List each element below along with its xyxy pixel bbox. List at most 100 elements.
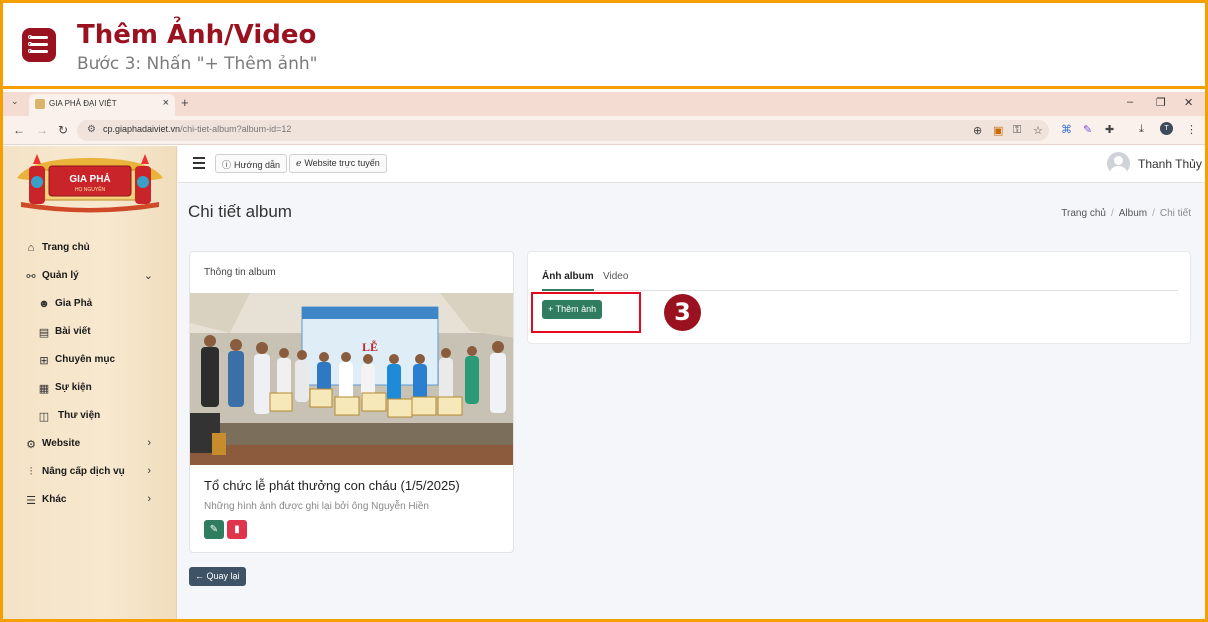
sidebar-item-upgrade[interactable]: ⫶ Nâng cấp dịch vụ ›	[3, 460, 177, 486]
profile-avatar[interactable]: T	[1160, 122, 1173, 135]
hamburger-icon[interactable]	[193, 157, 205, 172]
cast-icon[interactable]: ▣	[993, 124, 1003, 137]
sidebar-item-label: Gia Phả	[55, 298, 93, 309]
back-arrow-icon[interactable]: ←	[13, 123, 25, 137]
sidebar-item-label: Quản lý	[42, 270, 79, 281]
password-key-icon[interactable]: ⚿	[1013, 124, 1021, 137]
sidebar-item-label: Thư viện	[58, 410, 101, 421]
album-cover-image[interactable]: LỄ	[190, 293, 513, 465]
highlight-box	[531, 292, 641, 333]
sidebar: GIA PHẢ HỌ NGUYỄN ⌂ Trang chủ ⚯ Quản lý …	[3, 146, 177, 619]
sidebar-item-label: Sự kiện	[55, 382, 92, 393]
url-bar[interactable]: ⚙ cp.giaphadaiviet.vn/chi-tiet-album?alb…	[77, 120, 1049, 141]
logo[interactable]: GIA PHẢ HỌ NGUYỄN	[11, 152, 169, 213]
app-viewport: GIA PHẢ HỌ NGUYỄN ⌂ Trang chủ ⚯ Quản lý …	[3, 146, 1205, 619]
browser-e-icon: ℯ	[296, 158, 302, 168]
sitemap-icon: ⚯	[26, 271, 36, 283]
home-icon: ⌂	[27, 242, 35, 254]
browser-window: ⌄ GIA PHẢ ĐẠI VIỆT × + – ❐ ✕ ← → ↻ ⚙ cp.…	[3, 92, 1205, 619]
sidebar-item-categories[interactable]: ⊞ Chuyên mục	[3, 348, 177, 374]
new-tab-icon[interactable]: +	[181, 95, 189, 110]
delete-button[interactable]: ▮	[227, 520, 247, 539]
website-button-label: Website trực tuyến	[304, 158, 380, 168]
newspaper-icon: ▤	[38, 327, 50, 339]
close-window-icon[interactable]: ✕	[1184, 96, 1193, 109]
user-menu[interactable]: Thanh Thủy	[1107, 152, 1202, 176]
table-icon: ⊞	[39, 355, 49, 367]
breadcrumb-album[interactable]: Album	[1119, 208, 1147, 219]
sidebar-item-other[interactable]: ☰ Khác ›	[3, 488, 177, 514]
sidebar-item-website[interactable]: ⚙ Website ›	[3, 432, 177, 458]
favicon-icon	[35, 99, 45, 109]
bookmark-star-icon[interactable]: ☆	[1033, 124, 1043, 137]
back-button[interactable]: ← Quay lại	[189, 567, 246, 586]
extension-icon[interactable]: ⌘	[1061, 123, 1072, 136]
sidebar-item-library[interactable]: ◫ Thư viện	[3, 404, 177, 430]
chart-icon: ⫶	[29, 466, 33, 478]
tutorial-header: Thêm Ảnh/Video Bước 3: Nhấn "+ Thêm ảnh"	[3, 3, 1205, 89]
breadcrumb-current: Chi tiết	[1159, 208, 1191, 219]
chevron-right-icon: ›	[147, 465, 151, 477]
guide-button-label: Hướng dẫn	[234, 160, 280, 170]
calendar-icon: ▦	[38, 383, 50, 395]
sidebar-item-events[interactable]: ▦ Sự kiện	[3, 376, 177, 402]
browser-tab[interactable]: GIA PHẢ ĐẠI VIỆT ×	[29, 94, 175, 116]
sidebar-item-label: Khác	[42, 494, 67, 505]
site-info-icon[interactable]: ⚙	[87, 124, 96, 135]
tutorial-frame: Thêm Ảnh/Video Bước 3: Nhấn "+ Thêm ảnh"…	[3, 3, 1205, 619]
logo-text-line2: HỌ NGUYỄN	[75, 186, 106, 193]
user-name: Thanh Thủy	[1138, 157, 1202, 171]
breadcrumb-home[interactable]: Trang chủ	[1061, 208, 1106, 219]
gear-icon: ⚙	[26, 439, 36, 451]
zoom-icon[interactable]: ⊕	[973, 124, 982, 137]
tab-video[interactable]: Video	[603, 271, 628, 282]
edit-button[interactable]: ✎	[204, 520, 224, 539]
menu-dots-icon[interactable]: ⋮	[1186, 123, 1197, 136]
step-badge: 3	[664, 294, 701, 331]
album-info-card: Thông tin album LỄ Tổ chức lễ phát thưởn…	[189, 251, 514, 553]
sidebar-item-gia-pha[interactable]: ☻ Gia Phả	[3, 292, 177, 318]
breadcrumb: Trang chủ / Album / Chi tiết	[1061, 208, 1191, 219]
guide-button[interactable]: ⓘ Hướng dẫn	[215, 154, 287, 173]
website-online-button[interactable]: ℯ Website trực tuyến	[289, 154, 387, 173]
tab-search-icon[interactable]: ⌄	[11, 96, 19, 107]
maximize-icon[interactable]: ❐	[1156, 96, 1166, 109]
tab-album-photos[interactable]: Ảnh album	[542, 271, 594, 291]
banner-text: LỄ	[362, 339, 378, 354]
close-tab-icon[interactable]: ×	[163, 97, 169, 109]
download-icon[interactable]: ⤓	[1139, 123, 1144, 136]
forward-arrow-icon[interactable]: →	[36, 123, 48, 137]
info-icon: ⓘ	[222, 160, 232, 170]
album-caption: Tổ chức lễ phát thưởng con cháu (1/5/202…	[204, 478, 460, 493]
avatar	[1107, 152, 1130, 175]
card-header: Thông tin album	[204, 267, 276, 278]
sidebar-item-label: Website	[42, 438, 81, 449]
reload-icon[interactable]: ↻	[58, 123, 68, 137]
url-text: cp.giaphadaiviet.vn/chi-tiet-album?album…	[103, 124, 292, 134]
list-icon: ☰	[26, 495, 36, 507]
address-toolbar: ← → ↻ ⚙ cp.giaphadaiviet.vn/chi-tiet-alb…	[3, 116, 1205, 145]
images-icon: ◫	[38, 411, 50, 423]
puzzle-icon[interactable]: ✚	[1105, 123, 1114, 136]
sidebar-item-label: Trang chủ	[42, 242, 90, 253]
edit-icon: ✎	[209, 524, 219, 535]
tab-strip: ⌄ GIA PHẢ ĐẠI VIỆT × + – ❐ ✕	[3, 92, 1205, 116]
sidebar-item-label: Chuyên mục	[55, 354, 116, 365]
media-tabs: Ảnh album Video	[542, 271, 1178, 291]
pen-extension-icon[interactable]: ✎	[1083, 123, 1092, 136]
chevron-right-icon: ›	[147, 437, 151, 449]
sidebar-item-label: Nâng cấp dịch vụ	[42, 466, 125, 477]
trash-icon: ▮	[234, 524, 240, 535]
minimize-icon[interactable]: –	[1127, 96, 1133, 108]
logo-text-line1: GIA PHẢ	[69, 172, 110, 185]
album-description: Những hình ảnh được ghi lại bởi ông Nguy…	[204, 501, 429, 512]
tutorial-subtitle: Bước 3: Nhấn "+ Thêm ảnh"	[77, 54, 318, 74]
topbar: ⓘ Hướng dẫn ℯ Website trực tuyến Thanh Thủ…	[178, 146, 1205, 183]
sidebar-item-home[interactable]: ⌂ Trang chủ	[3, 236, 177, 262]
list-icon	[22, 28, 56, 62]
chevron-down-icon: ⌄	[143, 270, 153, 282]
chevron-right-icon: ›	[147, 493, 151, 505]
sidebar-item-manage[interactable]: ⚯ Quản lý ⌄	[3, 264, 177, 290]
users-icon: ☻	[38, 298, 50, 310]
sidebar-item-posts[interactable]: ▤ Bài viết	[3, 320, 177, 346]
